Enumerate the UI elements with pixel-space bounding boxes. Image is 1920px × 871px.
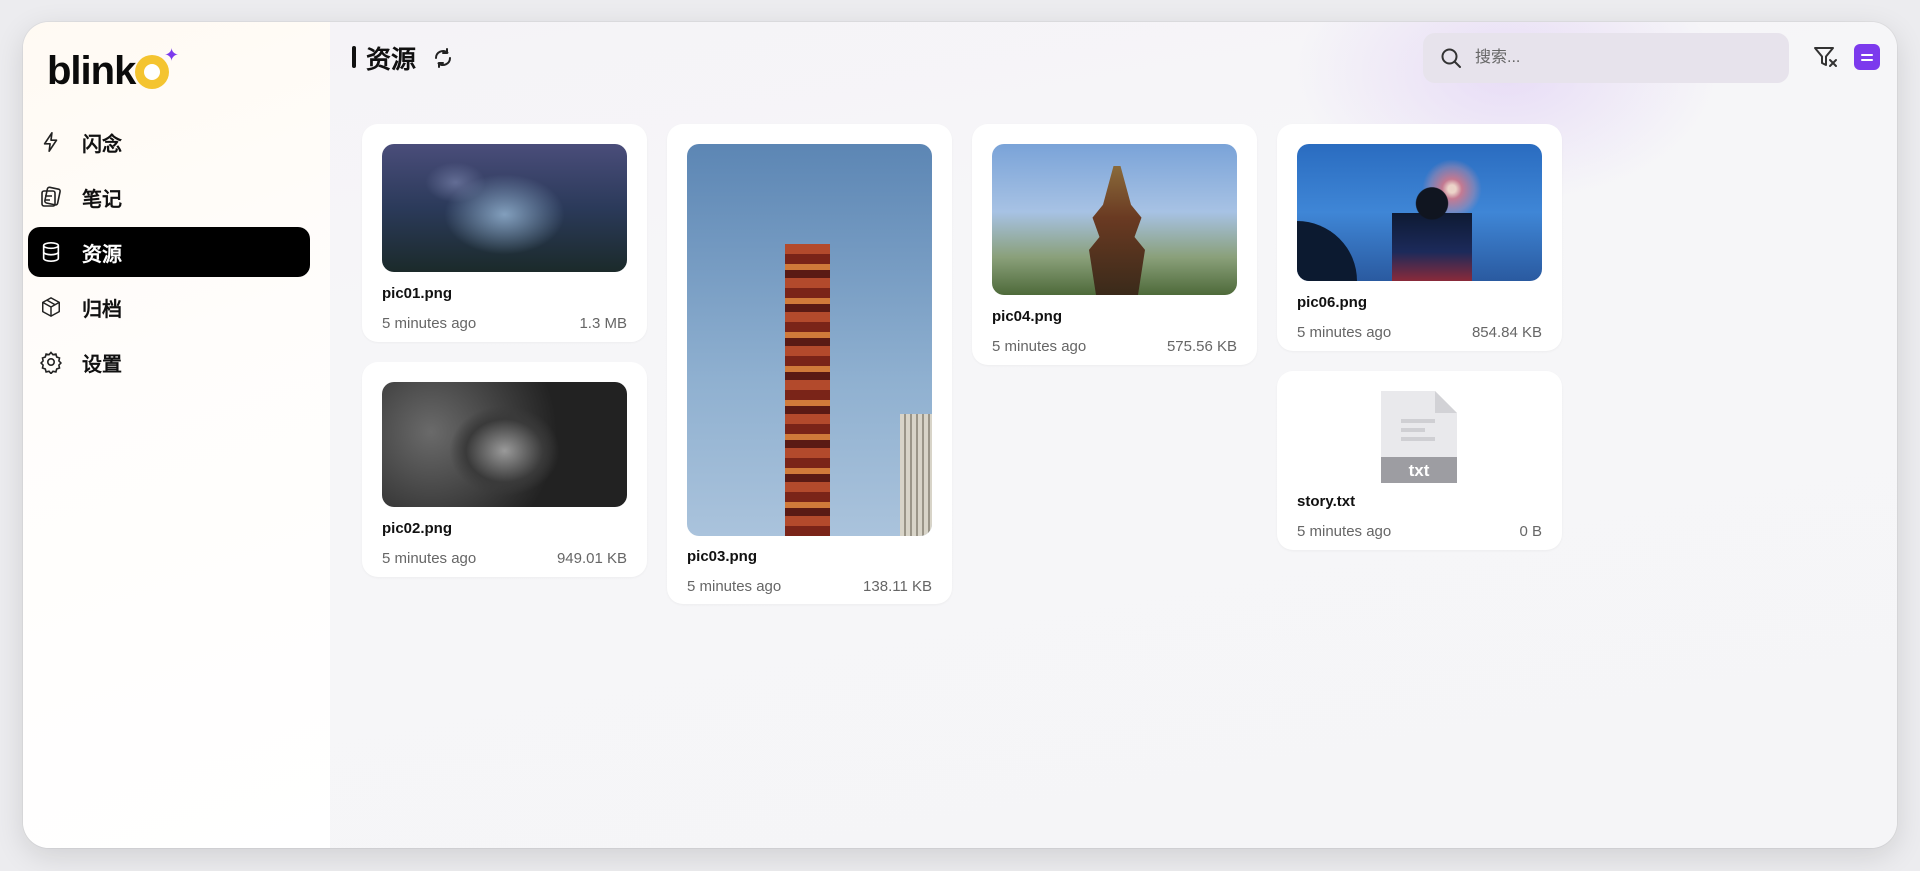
resource-time: 5 minutes ago bbox=[992, 338, 1087, 355]
logo-sparkle-icon: ✦ bbox=[164, 45, 180, 65]
resource-thumbnail bbox=[1297, 144, 1542, 281]
sidebar-item-label: 归档 bbox=[82, 298, 122, 321]
resource-size: 575.56 KB bbox=[1166, 338, 1237, 355]
title-accent-bar bbox=[352, 46, 356, 68]
resource-thumbnail bbox=[687, 144, 932, 536]
resource-time: 5 minutes ago bbox=[382, 315, 477, 332]
main-content: 资源 pic01.png 5 minutes ago 1.3 MB bbox=[330, 22, 1897, 848]
sidebar-item-label: 闪念 bbox=[82, 133, 122, 156]
sidebar-item-label: 设置 bbox=[82, 353, 122, 376]
resource-card[interactable]: pic01.png 5 minutes ago 1.3 MB bbox=[362, 124, 647, 342]
file-type-label: txt bbox=[1409, 461, 1430, 480]
lightning-icon bbox=[38, 129, 64, 155]
resource-card[interactable]: pic06.png 5 minutes ago 854.84 KB bbox=[1277, 124, 1562, 351]
logo-text: blink bbox=[47, 49, 136, 93]
search-icon bbox=[1439, 46, 1463, 70]
sidebar-item-label: 笔记 bbox=[82, 188, 122, 211]
resource-meta: 5 minutes ago 138.11 KB bbox=[687, 578, 932, 595]
resource-size: 138.11 KB bbox=[863, 578, 932, 595]
refresh-icon[interactable] bbox=[431, 46, 455, 70]
filter-icon[interactable] bbox=[1812, 43, 1840, 71]
resource-size: 0 B bbox=[1519, 523, 1542, 540]
image-hill bbox=[1297, 221, 1357, 281]
resource-size: 854.84 KB bbox=[1471, 324, 1542, 341]
sidebar-item-label: 资源 bbox=[82, 243, 122, 266]
search-input[interactable] bbox=[1473, 48, 1777, 68]
image-person bbox=[1392, 184, 1472, 281]
resource-meta: 5 minutes ago 1.3 MB bbox=[382, 315, 627, 332]
app-window: blink ✦ 闪念 笔记 资源 归档 设置 资源 搜索... pic01.pn… bbox=[23, 22, 1897, 848]
resource-time: 5 minutes ago bbox=[382, 550, 477, 567]
resource-card[interactable]: pic02.png 5 minutes ago 949.01 KB bbox=[362, 362, 647, 577]
database-icon bbox=[38, 239, 64, 265]
resource-meta: 5 minutes ago 0 B bbox=[1297, 523, 1542, 540]
resource-filename: pic06.png bbox=[1297, 294, 1368, 311]
resource-thumbnail bbox=[382, 382, 627, 507]
resource-meta: 5 minutes ago 854.84 KB bbox=[1297, 324, 1542, 341]
resource-time: 5 minutes ago bbox=[1297, 324, 1392, 341]
resource-thumbnail bbox=[992, 144, 1237, 295]
image-tower bbox=[785, 244, 830, 536]
resource-card[interactable]: pic04.png 5 minutes ago 575.56 KB bbox=[972, 124, 1257, 365]
resource-filename: pic03.png bbox=[687, 548, 758, 565]
archive-box-icon bbox=[38, 294, 64, 320]
notes-icon bbox=[38, 184, 64, 210]
sidebar: blink ✦ 闪念 笔记 资源 归档 设置 bbox=[23, 22, 330, 848]
resource-meta: 5 minutes ago 575.56 KB bbox=[992, 338, 1237, 355]
txt-file-icon: txt bbox=[1381, 391, 1457, 483]
resource-size: 1.3 MB bbox=[579, 315, 627, 332]
sidebar-item-archive[interactable]: 归档 bbox=[28, 282, 310, 332]
resource-card[interactable]: pic03.png 5 minutes ago 138.11 KB bbox=[667, 124, 952, 604]
resource-time: 5 minutes ago bbox=[1297, 523, 1392, 540]
resource-time: 5 minutes ago bbox=[687, 578, 782, 595]
search-bar[interactable] bbox=[1423, 33, 1789, 83]
resource-filename: pic04.png bbox=[992, 308, 1063, 325]
resource-size: 949.01 KB bbox=[556, 550, 627, 567]
image-pagoda bbox=[1089, 166, 1145, 295]
gear-icon bbox=[38, 349, 64, 375]
resource-filename: pic02.png bbox=[382, 520, 453, 537]
sidebar-item-flash[interactable]: 闪念 bbox=[28, 117, 310, 167]
resource-filename: pic01.png bbox=[382, 285, 453, 302]
resource-meta: 5 minutes ago 949.01 KB bbox=[382, 550, 627, 567]
sidebar-item-resources[interactable]: 资源 bbox=[28, 227, 310, 277]
sidebar-nav: 闪念 笔记 资源 归档 设置 bbox=[28, 117, 310, 392]
resource-thumbnail bbox=[382, 144, 627, 272]
sidebar-item-notes[interactable]: 笔记 bbox=[28, 172, 310, 222]
sidebar-item-settings[interactable]: 设置 bbox=[28, 337, 310, 387]
resource-card[interactable]: txt story.txt 5 minutes ago 0 B bbox=[1277, 371, 1562, 550]
page-title: 资源 bbox=[366, 46, 417, 74]
note-add-icon[interactable] bbox=[1854, 44, 1880, 70]
resource-filename: story.txt bbox=[1297, 493, 1356, 510]
image-building bbox=[900, 414, 932, 536]
blinko-logo[interactable]: blink ✦ bbox=[47, 46, 179, 96]
